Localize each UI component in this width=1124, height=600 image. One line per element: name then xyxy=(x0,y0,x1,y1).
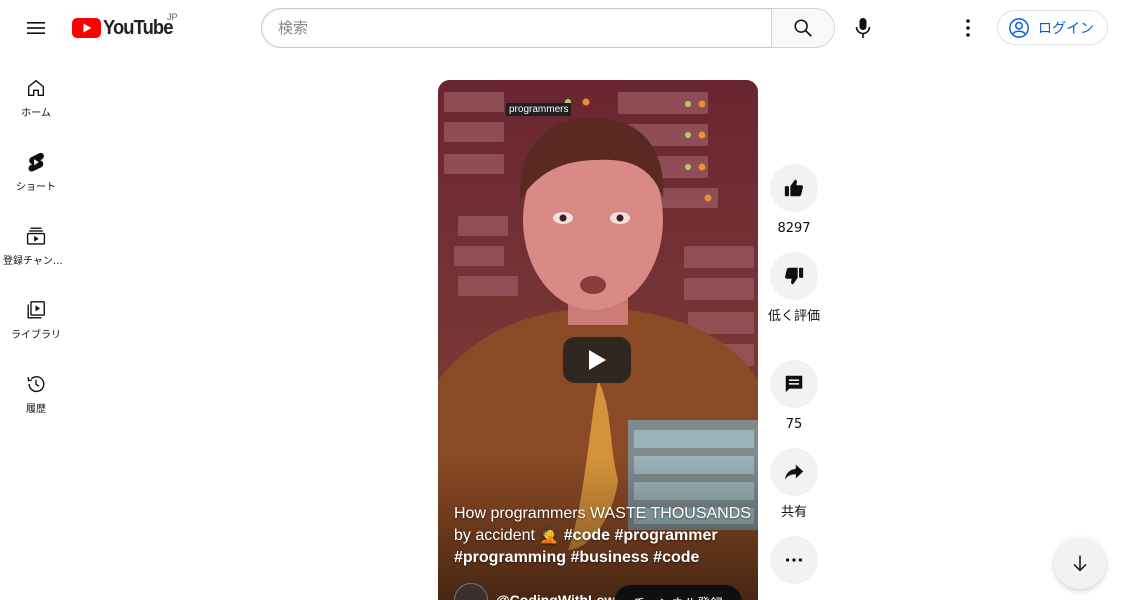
share-action: 共有 xyxy=(770,448,818,522)
video-overlay-text: programmers xyxy=(506,103,572,116)
thumbs-up-icon xyxy=(784,179,803,197)
play-button[interactable] xyxy=(563,337,631,383)
share-button[interactable] xyxy=(770,448,818,496)
sidebar-item-history[interactable]: 履歴 xyxy=(0,352,72,426)
share-label: 共有 xyxy=(780,505,807,520)
short-title[interactable]: How programmers WASTE THOUSANDS by accid… xyxy=(454,503,754,569)
sidebar-item-label: 履歴 xyxy=(26,404,46,415)
login-button[interactable]: ログイン xyxy=(997,10,1108,45)
comments-button[interactable] xyxy=(770,360,818,408)
dislike-action: 低く評価 xyxy=(768,252,820,326)
history-icon xyxy=(27,376,45,393)
sidebar-item-label: ライブラリ xyxy=(11,330,61,341)
share-icon xyxy=(784,464,804,480)
dislike-label: 低く評価 xyxy=(767,309,820,324)
sidebar-item-label: ショート xyxy=(16,182,56,193)
more-actions xyxy=(770,536,818,584)
more-horizontal-icon xyxy=(785,558,803,562)
youtube-logo[interactable]: YouTube xyxy=(72,14,179,42)
guide-menu-button[interactable] xyxy=(16,8,56,48)
comment-count: 75 xyxy=(785,417,803,432)
settings-more-button[interactable] xyxy=(948,8,988,48)
search-icon xyxy=(794,19,812,37)
like-count: 8297 xyxy=(777,221,811,236)
like-button[interactable] xyxy=(770,164,818,212)
like-action: 8297 xyxy=(770,164,818,238)
avatar[interactable] xyxy=(454,583,488,600)
shorts-icon xyxy=(28,152,44,172)
search-box[interactable] xyxy=(261,8,773,48)
home-icon xyxy=(27,79,45,97)
logo-wordmark: YouTube xyxy=(103,16,173,39)
voice-search-button[interactable] xyxy=(843,8,883,48)
sidebar-item-shorts[interactable]: ショート xyxy=(0,130,72,204)
subscriptions-icon xyxy=(26,227,46,245)
country-code: JP xyxy=(167,12,178,22)
sidebar-item-label: 登録チャンネル xyxy=(3,256,69,267)
thumbs-down-icon xyxy=(785,267,804,285)
search-input[interactable] xyxy=(278,19,773,37)
masthead: YouTube JP ログイン xyxy=(0,0,1124,56)
sidebar-item-library[interactable]: ライブラリ xyxy=(0,278,72,352)
sidebar-item-label: ホーム xyxy=(21,108,51,119)
channel-info[interactable]: @CodingWithLewis xyxy=(454,583,627,600)
more-vertical-icon xyxy=(966,19,970,37)
account-icon xyxy=(1009,17,1029,38)
library-icon xyxy=(27,301,45,319)
sidebar-item-home[interactable]: ホーム xyxy=(0,56,72,130)
dislike-button[interactable] xyxy=(770,252,818,300)
next-video-button[interactable] xyxy=(1054,537,1106,589)
play-icon xyxy=(589,350,606,370)
subscribe-button[interactable]: チャンネル登録 xyxy=(614,585,742,600)
arrow-down-icon xyxy=(1073,555,1087,572)
login-label: ログイン xyxy=(1038,20,1094,37)
channel-name[interactable]: @CodingWithLewis xyxy=(496,592,627,600)
hamburger-icon xyxy=(27,22,45,34)
microphone-icon xyxy=(855,18,871,38)
sidebar-item-subscriptions[interactable]: 登録チャンネル xyxy=(0,204,72,278)
more-actions-button[interactable] xyxy=(770,536,818,584)
search-button[interactable] xyxy=(771,8,835,48)
comment-icon xyxy=(785,375,803,393)
youtube-play-logo-icon xyxy=(72,18,101,38)
comments-action: 75 xyxy=(770,360,818,434)
